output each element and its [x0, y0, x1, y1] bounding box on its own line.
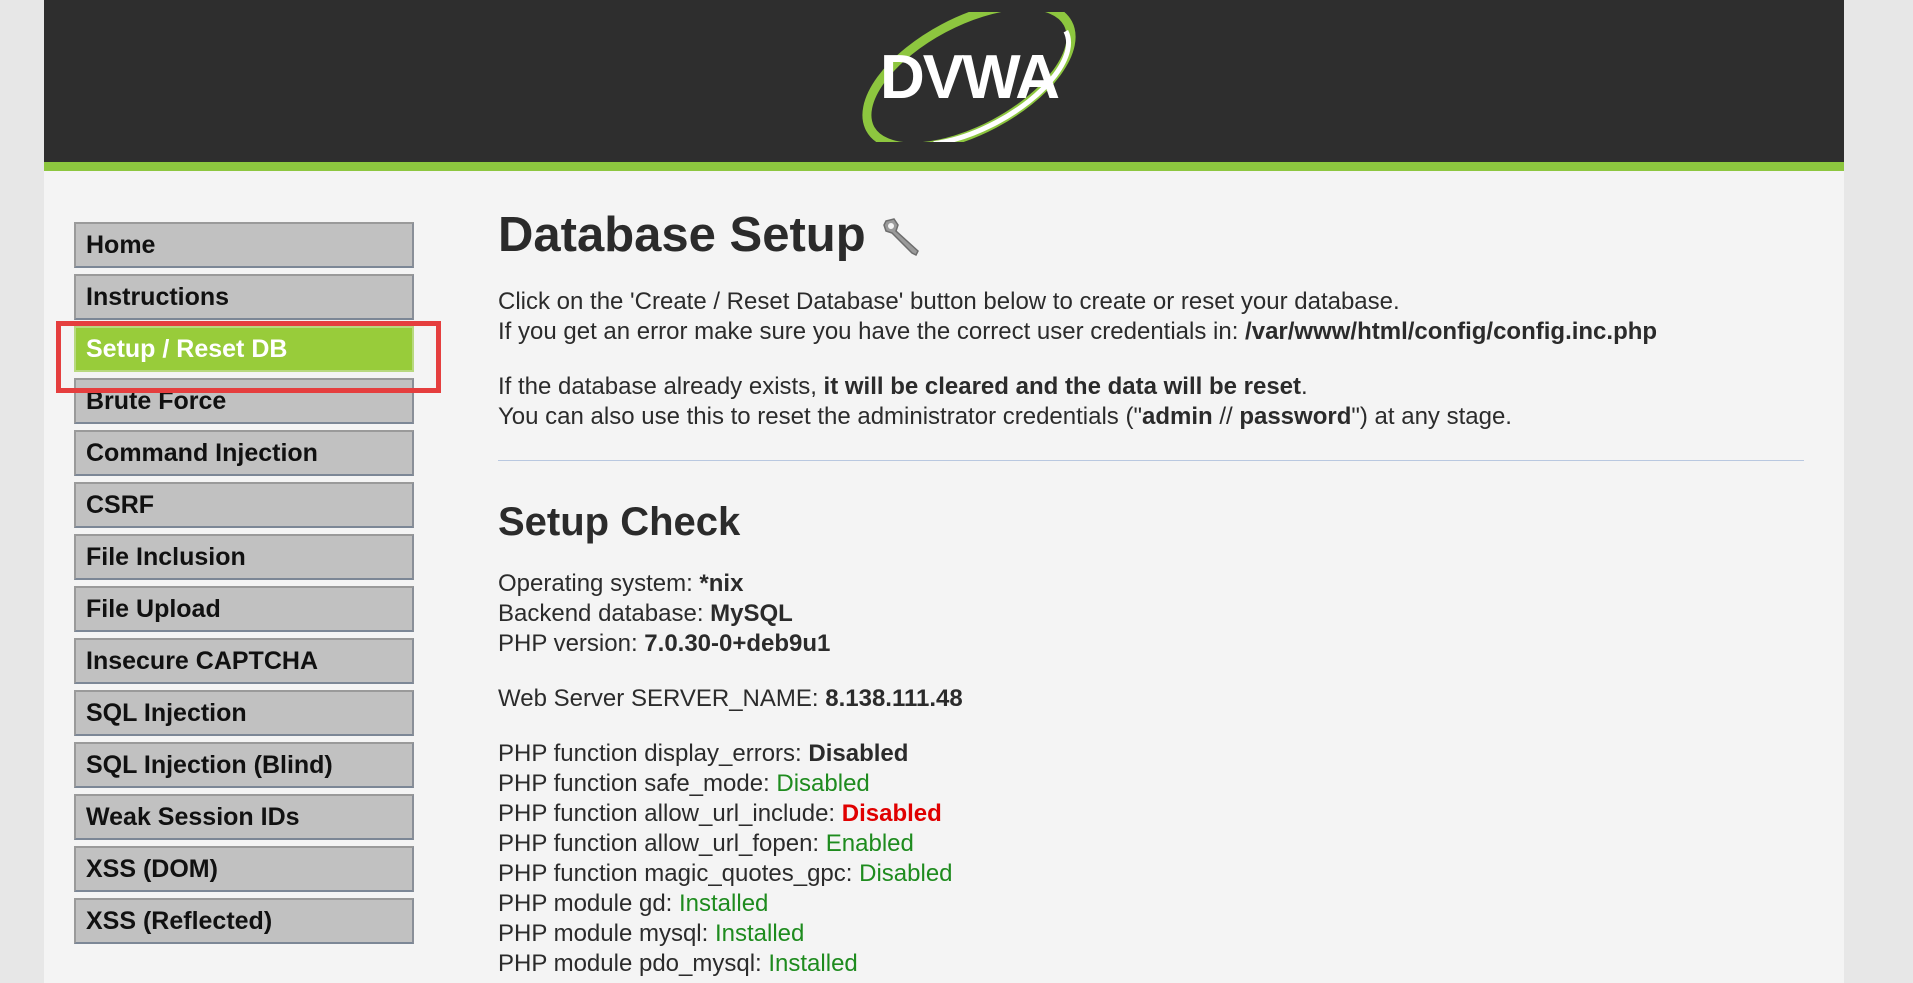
check-label: PHP module mysql: [498, 920, 715, 947]
warning-suffix: . [1301, 373, 1308, 400]
reset-sep: // [1212, 403, 1240, 430]
menu-item-home[interactable]: Home [74, 222, 414, 268]
reset-admin: admin [1141, 403, 1213, 430]
menu-item-file-upload[interactable]: File Upload [74, 586, 414, 632]
check-safe-mode: PHP function safe_mode: Disabled [498, 769, 1808, 799]
menu-block-general: Home Instructions Setup / Reset DB [74, 222, 414, 372]
check-value: Disabled [841, 800, 942, 827]
main-menu: Home Instructions Setup / Reset DB Brute… [56, 222, 441, 950]
page-title-text: Database Setup [498, 208, 866, 262]
reset-prefix: You can also use this to reset the admin… [498, 403, 1142, 430]
menu-item-file-inclusion[interactable]: File Inclusion [74, 534, 414, 580]
reset-password: password [1239, 403, 1352, 430]
menu-item-csrf[interactable]: CSRF [74, 482, 414, 528]
menu-item-xss-reflected[interactable]: XSS (Reflected) [74, 898, 414, 944]
check-label: PHP module pdo_mysql: [498, 950, 769, 977]
check-magic-quotes-gpc: PHP function magic_quotes_gpc: Disabled [498, 859, 1808, 889]
server-name-value: 8.138.111.48 [825, 685, 963, 712]
db-label: Backend database: [498, 600, 711, 627]
menu-item-xss-dom[interactable]: XSS (DOM) [74, 846, 414, 892]
menu-item-insecure-captcha[interactable]: Insecure CAPTCHA [74, 638, 414, 684]
dvwa-logo[interactable]: DVWA [834, 12, 1104, 142]
check-label: PHP function allow_url_include: [498, 800, 842, 827]
server-name-line: Web Server SERVER_NAME: 8.138.111.48 [498, 684, 1808, 714]
warning-prefix: If the database already exists, [498, 373, 824, 400]
page-title: Database Setup [498, 205, 1808, 265]
check-label: PHP function safe_mode: [498, 770, 777, 797]
svg-text:DVWA: DVWA [880, 43, 1059, 112]
check-module-pdo-mysql: PHP module pdo_mysql: Installed [498, 949, 1808, 979]
check-value: Disabled [776, 770, 870, 797]
check-allow-url-include: PHP function allow_url_include: Disabled [498, 799, 1808, 829]
check-label: PHP function allow_url_fopen: [498, 830, 826, 857]
php-version-line: PHP version: 7.0.30-0+deb9u1 [498, 629, 1808, 659]
os-line: Operating system: *nix [498, 569, 1808, 599]
check-module-gd: PHP module gd: Installed [498, 889, 1808, 919]
menu-item-sql-injection[interactable]: SQL Injection [74, 690, 414, 736]
page-container: DVWA Home Instructions Setup / Reset DB … [44, 0, 1844, 983]
check-allow-url-fopen: PHP function allow_url_fopen: Enabled [498, 829, 1808, 859]
setup-check-title: Setup Check [498, 500, 741, 544]
menu-item-instructions[interactable]: Instructions [74, 274, 414, 320]
check-label: PHP function display_errors: [498, 740, 809, 767]
wrench-icon [880, 213, 924, 257]
php-version-label: PHP version: [498, 630, 645, 657]
dvwa-logo-image: DVWA [862, 12, 1076, 142]
intro-line-1: Click on the 'Create / Reset Database' b… [498, 288, 1400, 315]
php-version-value: 7.0.30-0+deb9u1 [644, 630, 831, 657]
check-label: PHP module gd: [498, 890, 679, 917]
check-module-mysql: PHP module mysql: Installed [498, 919, 1808, 949]
header: DVWA [44, 0, 1844, 171]
db-value: MySQL [710, 600, 793, 627]
check-value: Enabled [825, 830, 914, 857]
menu-block-vulnerabilities: Brute Force Command Injection CSRF File … [74, 378, 414, 944]
section-divider [498, 460, 1804, 461]
menu-item-sql-injection-blind[interactable]: SQL Injection (Blind) [74, 742, 414, 788]
menu-item-weak-session-ids[interactable]: Weak Session IDs [74, 794, 414, 840]
server-name-label: Web Server SERVER_NAME: [498, 685, 826, 712]
warning-line: If the database already exists, it will … [498, 372, 1808, 402]
reset-credentials-line: You can also use this to reset the admin… [498, 402, 1808, 432]
config-path: /var/www/html/config/config.inc.php [1245, 318, 1658, 345]
check-display-errors: PHP function display_errors: Disabled [498, 739, 1808, 769]
reset-suffix: ") at any stage. [1351, 403, 1512, 430]
intro-line-2-text: If you get an error make sure you have t… [498, 318, 1246, 345]
check-label: PHP function magic_quotes_gpc: [498, 860, 860, 887]
db-line: Backend database: MySQL [498, 599, 1808, 629]
menu-item-setup-reset-db[interactable]: Setup / Reset DB [74, 326, 414, 372]
check-value: Disabled [808, 740, 909, 767]
warning-bold: it will be cleared and the data will be … [823, 373, 1302, 400]
menu-item-command-injection[interactable]: Command Injection [74, 430, 414, 476]
intro-line-2: If you get an error make sure you have t… [498, 317, 1808, 347]
check-value: Installed [768, 950, 858, 977]
menu-item-brute-force[interactable]: Brute Force [74, 378, 414, 424]
main-content: Database Setup Click on the 'Create / Re… [498, 205, 1808, 979]
os-value: *nix [699, 570, 744, 597]
check-value: Installed [714, 920, 805, 947]
check-value: Installed [679, 890, 769, 917]
check-value: Disabled [859, 860, 953, 887]
os-label: Operating system: [498, 570, 700, 597]
